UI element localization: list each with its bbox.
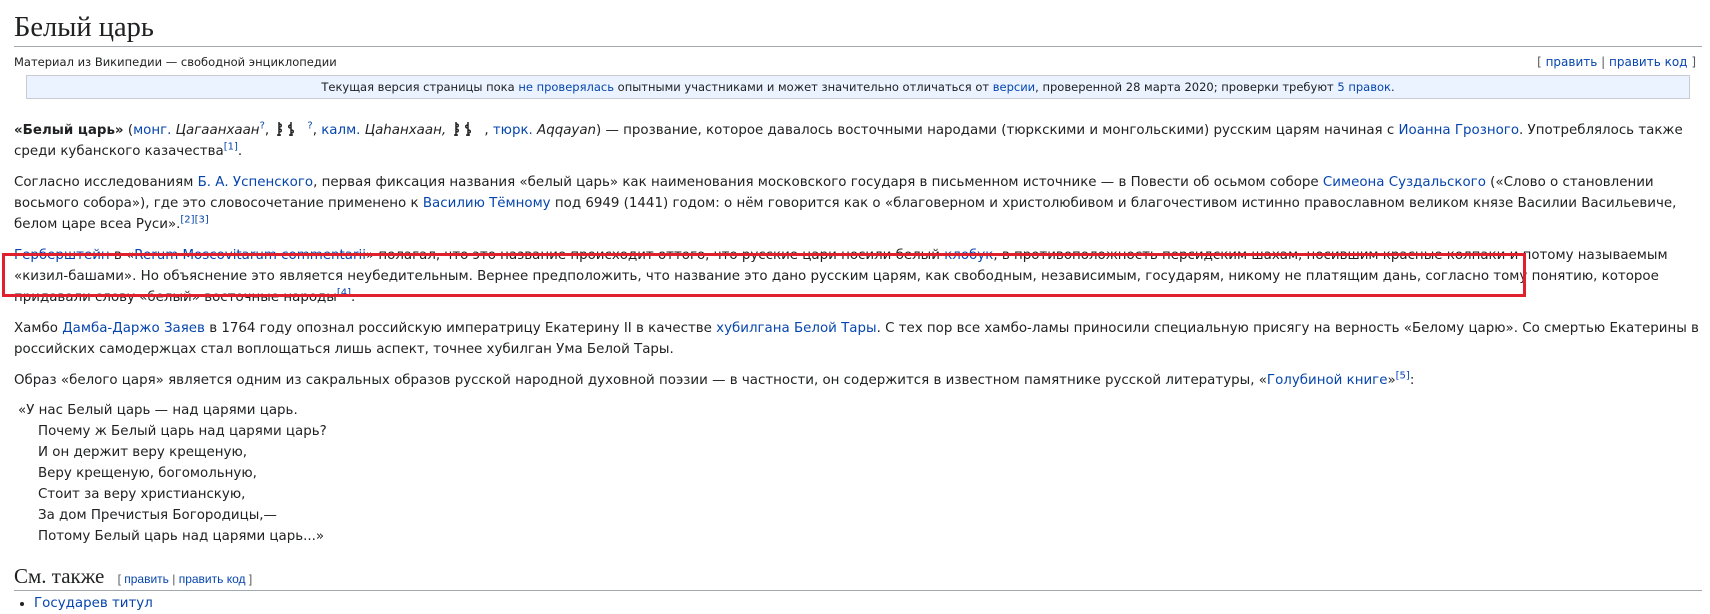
list-item: Государев титул bbox=[34, 594, 1702, 614]
ref-1[interactable]: [1] bbox=[224, 142, 238, 153]
text: Хамбо bbox=[14, 321, 63, 336]
text: , bbox=[484, 123, 493, 138]
white-tara-link[interactable]: хубилгана Белой Тары bbox=[716, 321, 876, 336]
ref-3[interactable]: [3] bbox=[195, 215, 209, 226]
notice-text: , проверенной 28 марта 2020; проверки тр… bbox=[1035, 80, 1338, 94]
section-edit-link[interactable]: править bbox=[124, 572, 169, 586]
poem-line: «У нас Белый царь — над царями царь. bbox=[18, 403, 298, 418]
see-also-heading: См. также [ править | править код ] bbox=[14, 562, 1702, 591]
separator: | bbox=[1601, 55, 1606, 69]
vasily-link[interactable]: Василию Тёмному bbox=[423, 196, 551, 211]
notice-text: Текущая версия страницы пока bbox=[321, 80, 519, 94]
text: : bbox=[1409, 373, 1415, 388]
oirat-script-icon bbox=[454, 122, 472, 136]
section-edit-links: [ править | править код ] bbox=[118, 572, 253, 586]
highlight-box bbox=[2, 253, 1526, 297]
notice-edits-link[interactable]: 5 правок bbox=[1337, 80, 1391, 94]
page-title: Белый царь bbox=[14, 0, 1702, 47]
zayaev-link[interactable]: Дамба-Даржо Заяев bbox=[62, 321, 205, 336]
see-also-title: См. также bbox=[14, 564, 105, 588]
poem-line: Почему ж Белый царь над царями царь? bbox=[38, 424, 327, 439]
bracket-close: ] bbox=[245, 572, 253, 586]
term-bold: «Белый царь» bbox=[14, 123, 124, 138]
edit-code-link[interactable]: править код bbox=[1609, 55, 1687, 69]
site-subtitle: Материал из Википедии — свободной энцикл… bbox=[14, 55, 337, 69]
separator: | bbox=[168, 572, 179, 586]
turk-link[interactable]: тюрк. bbox=[493, 123, 533, 138]
poem-line: И он держит веру крещеную, bbox=[38, 445, 247, 460]
review-notice: Текущая версия страницы пока не проверял… bbox=[26, 75, 1690, 99]
gosudarev-titul-link[interactable]: Государев титул bbox=[34, 596, 153, 611]
poem-quote: «У нас Белый царь — над царями царь. Поч… bbox=[14, 400, 1702, 547]
section-edit-code-link[interactable]: править код bbox=[179, 572, 246, 586]
notice-text: опытными участниками и может значительно… bbox=[614, 80, 993, 94]
poem-line: За дом Пречистыя Богородицы,— bbox=[38, 508, 277, 523]
bracket-open: [ bbox=[1537, 55, 1542, 69]
mong-word: Цагаанхаан bbox=[171, 123, 260, 138]
kalm-link[interactable]: калм. bbox=[321, 123, 360, 138]
paragraph-intro: «Белый царь» (монг. Цагаанхаан?, ?, калм… bbox=[14, 120, 1702, 162]
paragraph-khambo: Хамбо Дамба-Даржо Заяев в 1764 году опоз… bbox=[14, 318, 1702, 360]
text: ( bbox=[123, 123, 134, 138]
notice-version-link[interactable]: версии bbox=[993, 80, 1035, 94]
kalm-word: Цаһанхаан, bbox=[360, 123, 451, 138]
text: , bbox=[312, 123, 322, 138]
article: Белый царь Материал из Википедии — свобо… bbox=[14, 0, 1702, 614]
golubinaya-link[interactable]: Голубиной книге bbox=[1267, 373, 1388, 388]
text: Образ «белого царя» является одним из са… bbox=[14, 373, 1267, 388]
ref-5[interactable]: [5] bbox=[1396, 371, 1410, 382]
poem-line: Веру крещеную, богомольную, bbox=[38, 466, 257, 481]
poem-line: Стоит за веру христианскую, bbox=[38, 487, 246, 502]
text: , первая фиксация названия «белый царь» … bbox=[313, 175, 1323, 190]
text: , bbox=[264, 123, 274, 138]
notice-unreviewed-link[interactable]: не проверялась bbox=[518, 80, 614, 94]
text: Согласно исследованиям bbox=[14, 175, 198, 190]
see-also-list: Государев титул bbox=[14, 594, 1702, 614]
paragraph-uspensky: Согласно исследованиям Б. А. Успенского,… bbox=[14, 172, 1702, 235]
edit-link[interactable]: править bbox=[1546, 55, 1598, 69]
page-edit-links: [ править | править код ] bbox=[1537, 51, 1696, 73]
text: . bbox=[237, 144, 243, 159]
bracket-close: ] bbox=[1691, 55, 1696, 69]
text: » bbox=[1387, 373, 1396, 388]
text: ) — прозвание, которое давалось восточны… bbox=[596, 123, 1399, 138]
ref-2[interactable]: [2] bbox=[180, 215, 194, 226]
turk-word: Aqqayan bbox=[532, 123, 597, 138]
simeon-link[interactable]: Симеона Суздальского bbox=[1323, 175, 1486, 190]
text: в 1764 году опознал российскую императри… bbox=[204, 321, 717, 336]
notice-text: . bbox=[1390, 80, 1395, 94]
mongolian-script-icon bbox=[277, 122, 295, 136]
mong-link[interactable]: монг. bbox=[133, 123, 171, 138]
subtitle-row: Материал из Википедии — свободной энцикл… bbox=[14, 51, 1702, 73]
poem-line: Потому Белый царь над царями царь...» bbox=[38, 529, 325, 544]
ivan-link[interactable]: Иоанна Грозного bbox=[1398, 123, 1519, 138]
paragraph-golubinaya: Образ «белого царя» является одним из са… bbox=[14, 370, 1702, 391]
uspensky-link[interactable]: Б. А. Успенского bbox=[198, 175, 314, 190]
